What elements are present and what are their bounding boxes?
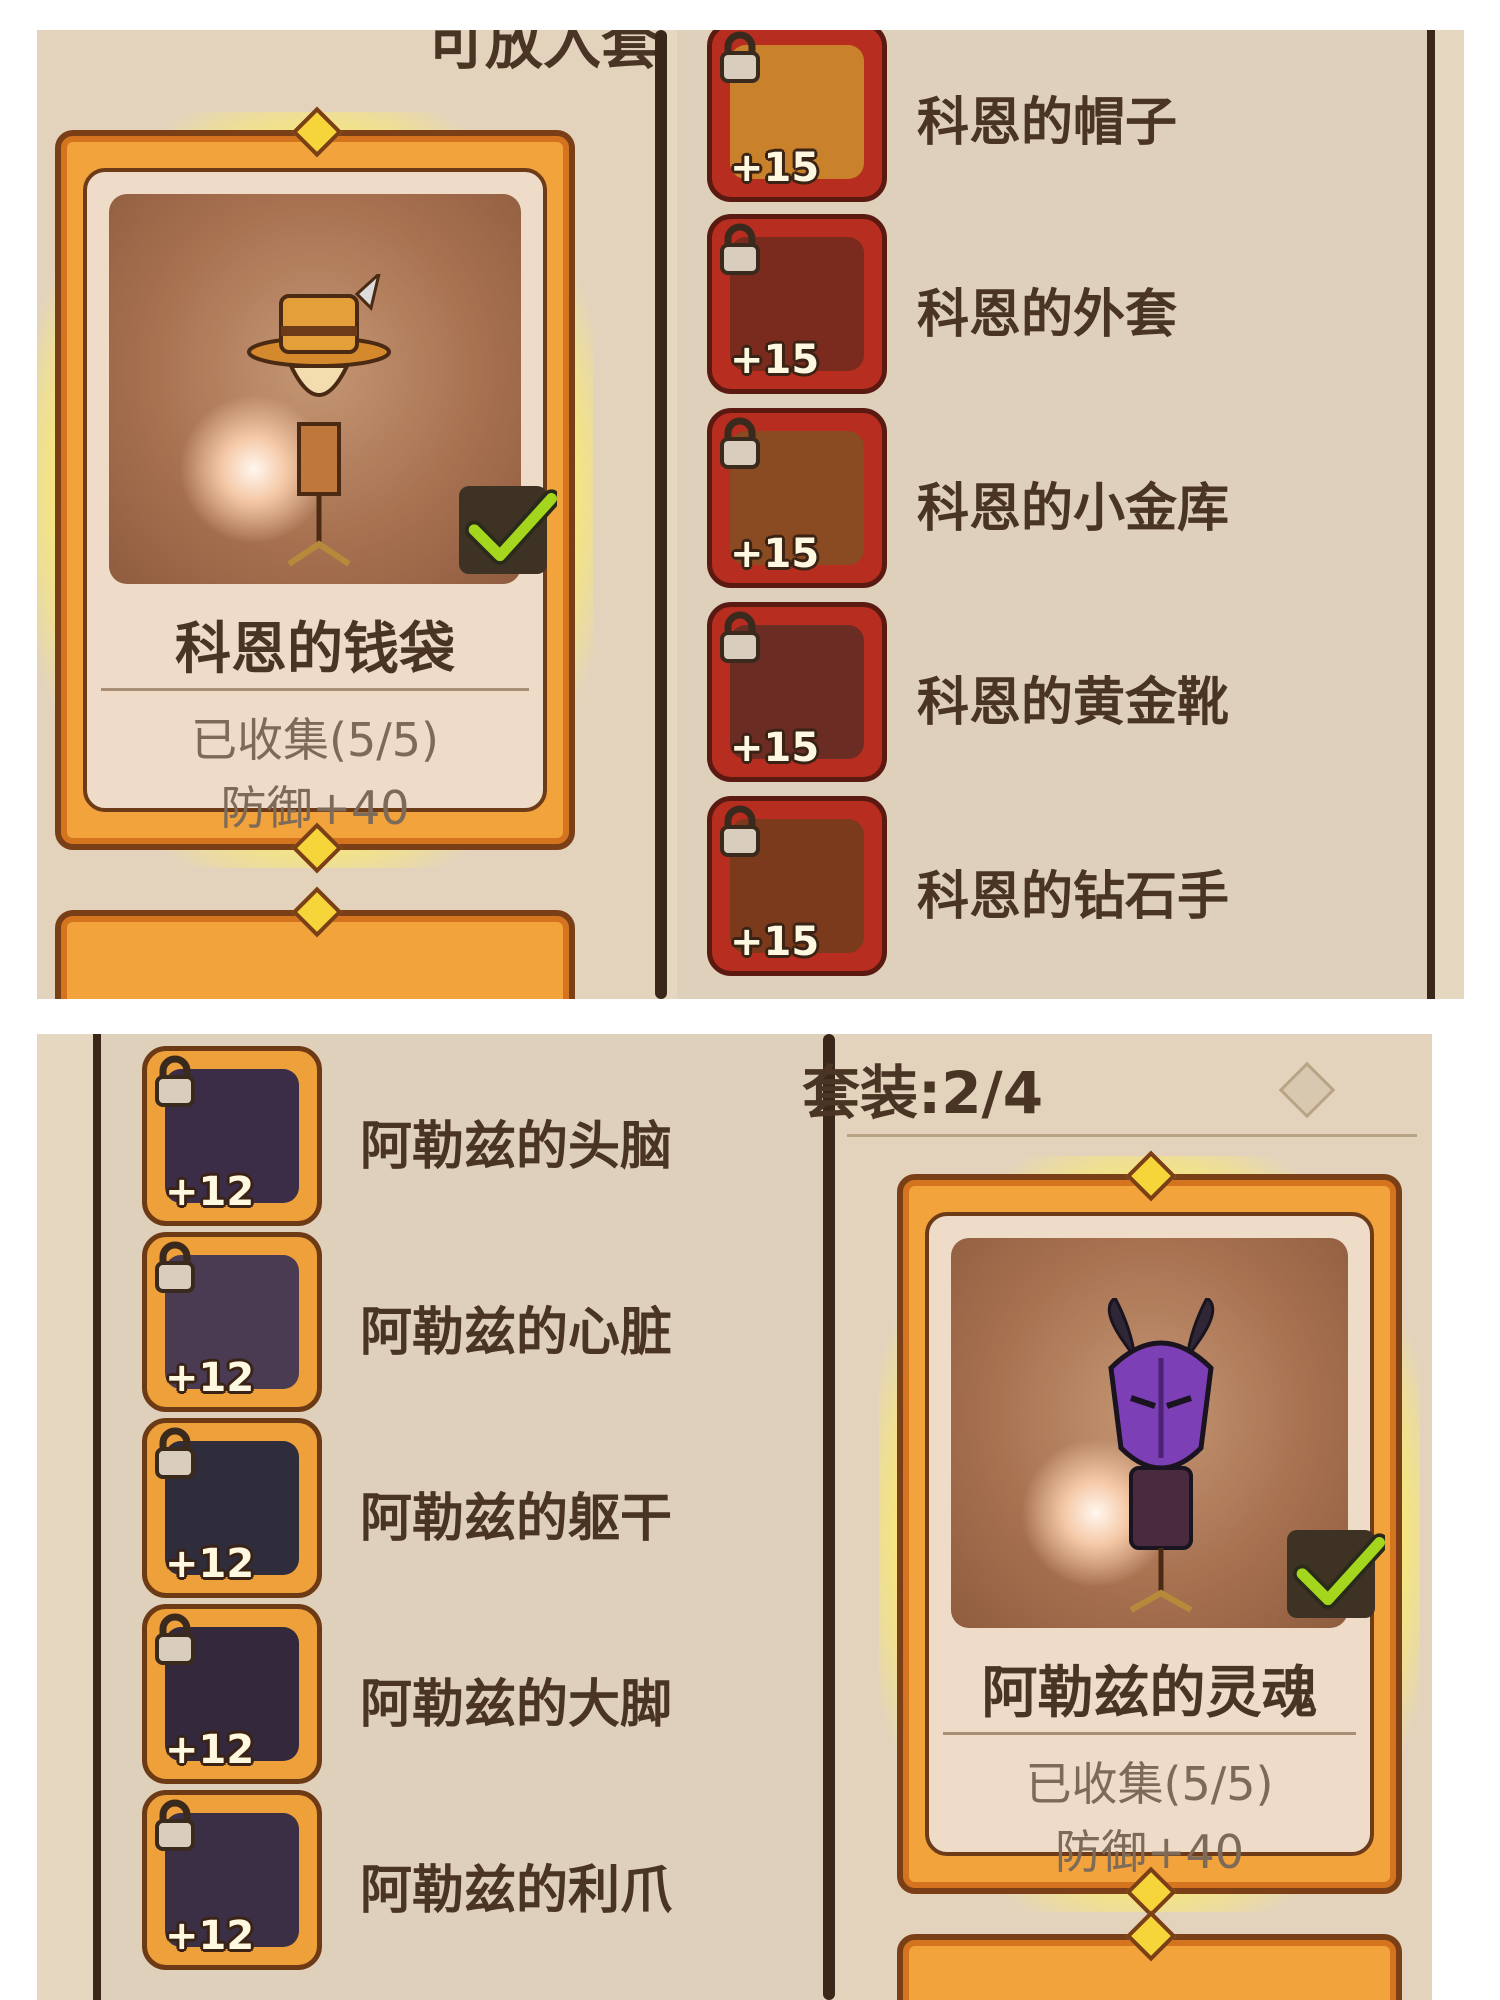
lock-icon	[720, 805, 760, 857]
item-level: +15	[730, 725, 820, 771]
check-icon	[1293, 1533, 1385, 1609]
item-name: 阿勒兹的利爪	[360, 1861, 673, 1921]
item-badge: +15	[707, 796, 887, 976]
item-level: +12	[165, 1169, 255, 1215]
list-item[interactable]: +12 阿勒兹的大脚	[142, 1604, 842, 1784]
collected-check-box[interactable]	[459, 486, 557, 574]
item-name: 阿勒兹的躯干	[360, 1489, 673, 1549]
hat-mannequin-icon	[247, 274, 391, 567]
lock-icon	[720, 31, 760, 83]
item-badge: +12	[142, 1604, 322, 1784]
list-item[interactable]: +15 科恩的帽子	[707, 30, 1407, 202]
item-name: 科恩的黄金靴	[917, 673, 1230, 733]
card-stat: 防御+40	[1054, 1825, 1245, 1879]
list-item[interactable]: +12 阿勒兹的心脏	[142, 1232, 842, 1412]
divider	[655, 30, 667, 999]
item-badge: +12	[142, 1232, 322, 1412]
item-badge: +12	[142, 1046, 322, 1226]
item-name: 科恩的外套	[917, 285, 1178, 345]
collected-check-box[interactable]	[1287, 1530, 1385, 1618]
item-level: +15	[730, 531, 820, 577]
item-badge: +15	[707, 214, 887, 394]
card-collected: 已收集(5/5)	[191, 713, 439, 767]
item-level: +12	[165, 1913, 255, 1959]
item-level: +15	[730, 337, 820, 383]
lock-icon	[720, 611, 760, 663]
item-badge: +15	[707, 602, 887, 782]
card-title: 科恩的钱袋	[175, 617, 455, 682]
card-artwork	[109, 194, 557, 584]
item-name: 科恩的小金库	[917, 479, 1230, 539]
lock-icon	[155, 1241, 195, 1293]
lock-icon	[720, 223, 760, 275]
lock-icon	[720, 417, 760, 469]
item-badge: +15	[707, 408, 887, 588]
item-name: 阿勒兹的大脚	[360, 1675, 673, 1735]
item-level: +12	[165, 1355, 255, 1401]
right-edge	[1427, 30, 1435, 999]
next-card[interactable]	[55, 886, 575, 999]
check-icon	[465, 489, 557, 565]
item-badge: +12	[142, 1790, 322, 1970]
horned-mask-mannequin-icon	[1107, 1298, 1215, 1613]
list-item[interactable]: +15 科恩的黄金靴	[707, 602, 1407, 782]
list-item[interactable]: +15 科恩的外套	[707, 214, 1407, 394]
list-item[interactable]: +12 阿勒兹的头脑	[142, 1046, 842, 1226]
list-item[interactable]: +15 科恩的小金库	[707, 408, 1407, 588]
set-card[interactable]: 科恩的钱袋 已收集(5/5) 防御+40	[37, 106, 593, 874]
bottom-screenshot-panel: 套装:2/4 +12 阿勒兹的头脑 +12 阿勒兹的心脏 +12 阿勒兹的躯干	[37, 1034, 1432, 2000]
item-name: 科恩的钻石手	[917, 867, 1230, 927]
item-badge: +15	[707, 30, 887, 202]
list-item[interactable]: +12 阿勒兹的利爪	[142, 1790, 842, 1970]
item-badge: +12	[142, 1418, 322, 1598]
card-artwork	[951, 1238, 1385, 1628]
card-stat: 防御+40	[220, 781, 410, 835]
item-level: +12	[165, 1727, 255, 1773]
item-name: 阿勒兹的心脏	[360, 1303, 673, 1363]
item-level: +15	[730, 145, 820, 191]
item-name: 阿勒兹的头脑	[360, 1117, 673, 1177]
list-item[interactable]: +12 阿勒兹的躯干	[142, 1418, 842, 1598]
card-title: 阿勒兹的灵魂	[981, 1661, 1318, 1726]
list-item[interactable]: +15 科恩的钻石手	[707, 796, 1407, 976]
lock-icon	[155, 1613, 195, 1665]
top-screenshot-panel: 可放入套 科恩的钱袋 已收集(5/5) 防御+40 +15 科恩的帽子 +15 …	[37, 30, 1464, 999]
left-edge	[93, 1034, 101, 2000]
set-card[interactable]: 阿勒兹的灵魂 已收集(5/5) 防御+40	[879, 1150, 1420, 1918]
lock-icon	[155, 1427, 195, 1479]
next-card[interactable]	[897, 1910, 1402, 2000]
item-level: +12	[165, 1541, 255, 1587]
lock-icon	[155, 1799, 195, 1851]
lock-icon	[155, 1055, 195, 1107]
item-name: 科恩的帽子	[917, 93, 1178, 153]
item-level: +15	[730, 919, 820, 965]
top-header-text: 可放入套	[427, 30, 660, 77]
card-collected: 已收集(5/5)	[1025, 1757, 1274, 1811]
